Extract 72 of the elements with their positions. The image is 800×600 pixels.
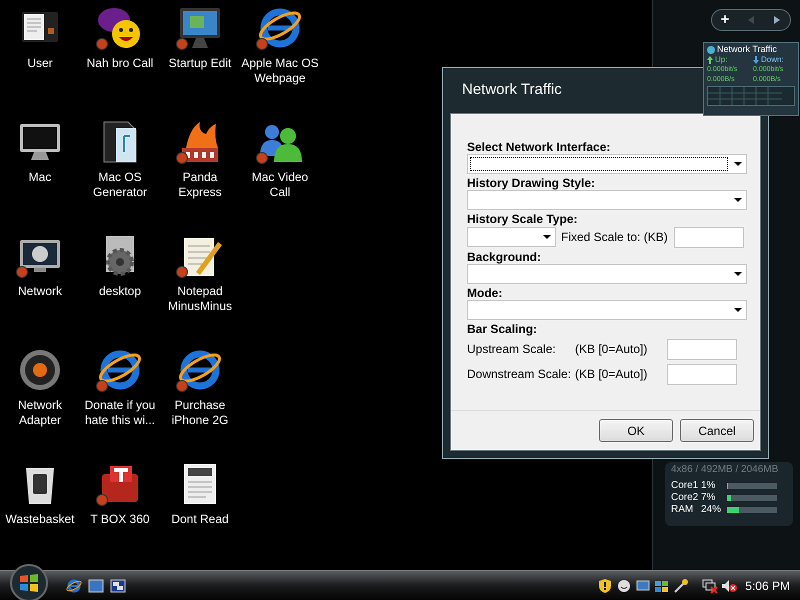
- icon-label[interactable]: Network Adapter: [0, 398, 80, 428]
- icon-label[interactable]: Mac OS Generator: [80, 170, 160, 200]
- field-label: Fixed Scale to: (KB): [561, 229, 668, 246]
- text-input-field[interactable]: [674, 226, 744, 248]
- icon-label[interactable]: Purchase iPhone 2G: [160, 398, 240, 428]
- smiley-icon[interactable]: [616, 578, 632, 594]
- meter-name: Core2: [671, 492, 700, 504]
- section-label: History Scale Type:: [467, 212, 578, 226]
- section-label: Bar Scaling:: [467, 322, 538, 336]
- icon-label[interactable]: Donate if you hate this wi...: [80, 398, 160, 428]
- dropdown-field[interactable]: [467, 264, 747, 284]
- window-switch-icon[interactable]: [110, 578, 126, 594]
- section-label: Background:: [467, 250, 542, 264]
- speaker-muted-icon[interactable]: [721, 578, 738, 594]
- meter-reading: 7%: [701, 492, 716, 504]
- up-arrow-icon: [707, 56, 713, 64]
- gadget-title: Network Traffic: [717, 44, 777, 55]
- icon-label[interactable]: Apple Mac OS Webpage: [240, 56, 320, 86]
- monitor-icon[interactable]: [635, 578, 652, 594]
- icon-label[interactable]: Dont Read: [160, 512, 240, 527]
- desktop-icon[interactable]: [88, 578, 104, 594]
- dropdown-field[interactable]: [467, 190, 747, 210]
- field-label: Upstream Scale:: [467, 341, 557, 358]
- dropdown-arrow-icon: [734, 272, 742, 276]
- globe-icon: [707, 46, 715, 54]
- shield-icon[interactable]: [597, 578, 614, 594]
- section-label: Mode:: [467, 286, 504, 300]
- dropdown-arrow-icon: [734, 308, 742, 312]
- dialog-title: Network Traffic: [462, 80, 562, 100]
- meter-name: RAM: [671, 504, 694, 516]
- icon-label[interactable]: Notepad MinusMinus: [160, 284, 240, 314]
- dropdown-field[interactable]: [467, 300, 747, 320]
- section-label: History Drawing Style:: [467, 176, 596, 190]
- section-label: Select Network Interface:: [467, 140, 612, 154]
- unit-label: (KB [0=Auto]): [575, 366, 648, 383]
- previous-arrow-icon: [746, 14, 756, 26]
- icon-label[interactable]: Mac Video Call: [240, 170, 320, 200]
- start-button[interactable]: [10, 564, 48, 600]
- icon-label[interactable]: T BOX 360: [80, 512, 160, 527]
- up-label: Up:: [715, 55, 728, 65]
- icon-label[interactable]: Wastebasket: [0, 512, 80, 527]
- icon-label[interactable]: Network: [0, 284, 80, 299]
- icon-label[interactable]: Mac: [0, 170, 80, 185]
- browser-icon[interactable]: [66, 578, 82, 594]
- meter-name: Core1: [671, 480, 700, 492]
- network-error-icon[interactable]: [702, 578, 718, 594]
- down-label: Down:: [761, 55, 784, 65]
- wand-icon[interactable]: [673, 578, 690, 594]
- text-input-field[interactable]: [667, 364, 737, 384]
- dropdown-field[interactable]: [467, 154, 747, 174]
- dropdown-arrow-icon: [734, 198, 742, 202]
- icon-label[interactable]: Nah bro Call: [80, 56, 160, 71]
- dialog-button[interactable]: Cancel: [680, 419, 754, 442]
- icon-label[interactable]: desktop: [80, 284, 160, 299]
- icon-label[interactable]: User: [0, 56, 80, 71]
- down-arrow-icon: [753, 56, 759, 64]
- meter-reading: 24%: [701, 504, 722, 516]
- dropdown-arrow-icon: [543, 235, 551, 239]
- clock-text: 5:06 PM: [745, 578, 790, 594]
- dropdown-field[interactable]: [467, 227, 556, 247]
- icon-label[interactable]: Panda Express: [160, 170, 240, 200]
- text-input-field[interactable]: [667, 338, 737, 360]
- field-label: Downstream Scale:: [467, 366, 572, 383]
- windows-logo-icon: [19, 574, 39, 592]
- dropdown-arrow-icon: [734, 162, 742, 166]
- meter-reading: 1%: [701, 480, 716, 492]
- add-gadget-button[interactable]: +: [712, 10, 738, 30]
- unit-label: (KB [0=Auto]): [575, 341, 648, 358]
- dialog-button[interactable]: OK: [599, 419, 673, 442]
- next-arrow-icon: [772, 14, 782, 26]
- system-info-text: 4x86 / 492MB / 2046MB: [671, 464, 780, 476]
- icon-label[interactable]: Startup Edit: [160, 56, 240, 71]
